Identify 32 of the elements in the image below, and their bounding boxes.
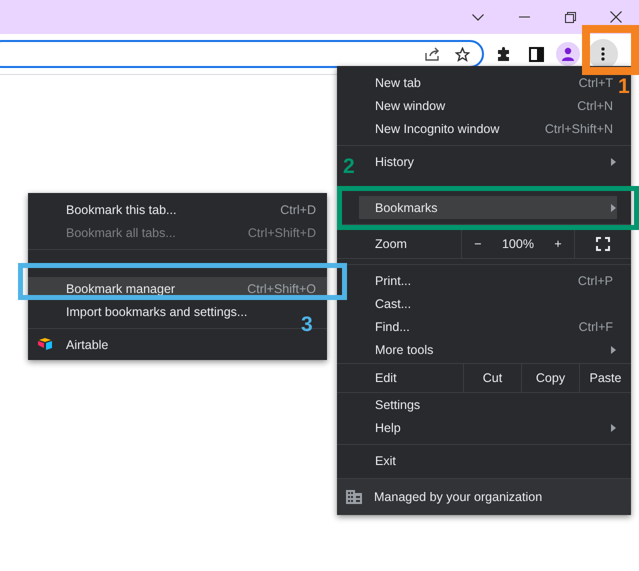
step-number: 3	[301, 314, 313, 336]
menu-item[interactable]: New tab Ctrl+T	[359, 71, 617, 94]
star-icon[interactable]	[455, 46, 470, 62]
edit-action-button[interactable]: Copy	[521, 364, 579, 392]
more-vertical-icon[interactable]	[601, 47, 605, 61]
edit-label: Edit	[374, 371, 398, 385]
zoom-level: 100%	[502, 237, 534, 251]
zoom-label: Zoom	[374, 237, 408, 251]
bookmark-favicon-icon	[38, 338, 52, 350]
menu-item[interactable]: Settings	[359, 393, 617, 416]
menu-item[interactable]: New window Ctrl+N	[359, 94, 617, 117]
profile-avatar[interactable]	[556, 42, 580, 66]
menu-item[interactable]: Cast...	[359, 292, 617, 315]
share-icon[interactable]	[425, 47, 441, 61]
edit-action-button[interactable]: Paste	[579, 364, 631, 392]
menu-item[interactable]: Bookmark this tab... Ctrl+D	[28, 198, 327, 221]
menu-item[interactable]: Bookmarks	[359, 196, 617, 219]
zoom-in-button[interactable]: +	[550, 237, 566, 251]
bookmark-item[interactable]: Airtable	[28, 333, 327, 356]
menu-item[interactable]: New Incognito window Ctrl+Shift+N	[359, 117, 617, 140]
edit-action-button[interactable]: Cut	[463, 364, 521, 392]
menu-item[interactable]: Print... Ctrl+P	[359, 269, 617, 292]
building-icon	[346, 490, 362, 504]
menu-item[interactable]: More tools	[359, 338, 617, 361]
step-number: 2	[343, 156, 355, 178]
menu-item[interactable]: Help	[359, 416, 617, 439]
menu-item[interactable]: Find... Ctrl+F	[359, 315, 617, 338]
menu-item[interactable]: Exit	[359, 449, 617, 472]
step-number: 1	[618, 76, 630, 98]
menu-item[interactable]: History	[359, 150, 617, 173]
zoom-out-button[interactable]: −	[470, 237, 486, 251]
fullscreen-icon[interactable]	[596, 237, 610, 251]
